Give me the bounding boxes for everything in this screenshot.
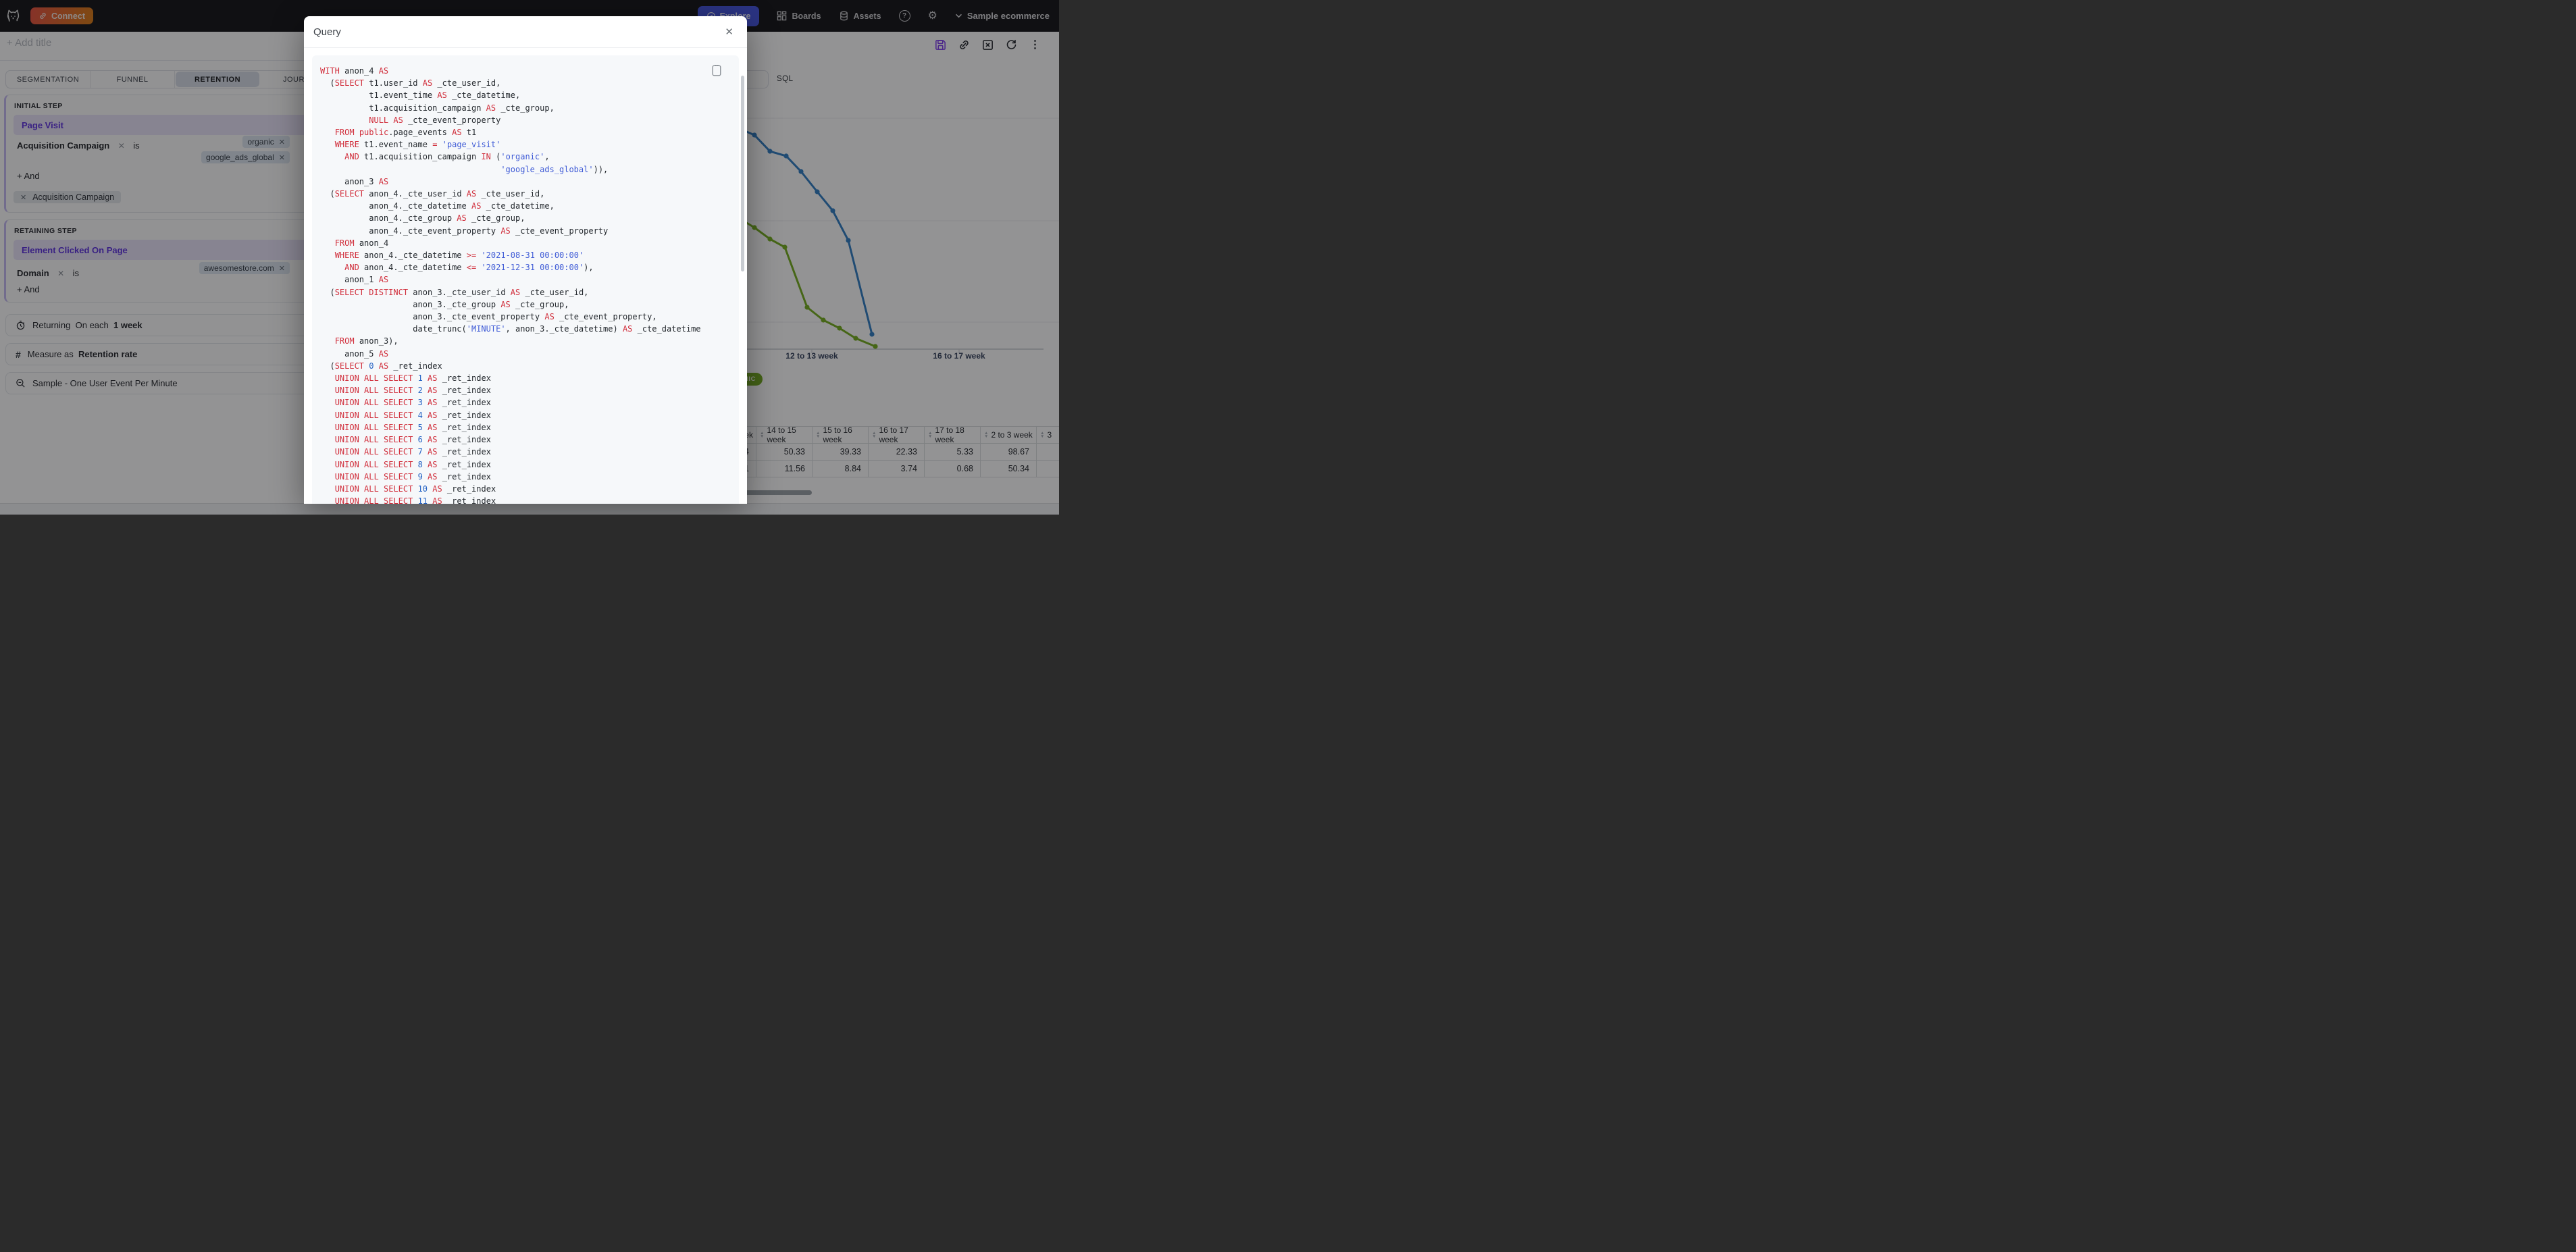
sql-line: (SELECT anon_4._cte_user_id AS _cte_user… [320,189,545,199]
sql-line: date_trunc('MINUTE', anon_3._cte_datetim… [320,324,701,334]
query-modal: Query ✕ WITH anon_4 AS (SELECT t1.user_i… [304,16,747,504]
sql-line: UNION ALL SELECT 10 AS _ret_index [334,484,496,494]
sql-line: anon_3._cte_group AS _cte_group, [320,299,569,309]
sql-line: (SELECT 0 AS _ret_index [320,361,442,371]
modal-vertical-scrollbar[interactable] [741,76,744,271]
sql-line: FROM anon_3), [334,336,398,346]
sql-line: AND anon_4._cte_datetime <= '2021-12-31 … [344,263,594,273]
sql-code-block: WITH anon_4 AS (SELECT t1.user_id AS _ct… [312,55,739,504]
sql-line: anon_3 AS [320,176,389,186]
sql-line: anon_4._cte_datetime AS _cte_datetime, [320,201,555,211]
sql-line: UNION ALL SELECT 7 AS _ret_index [334,447,491,457]
copy-icon[interactable] [712,63,721,78]
sql-line: UNION ALL SELECT 5 AS _ret_index [334,422,491,432]
sql-line: WHERE anon_4._cte_datetime >= '2021-08-3… [334,251,584,261]
sql-line: t1.event_time AS _cte_datetime, [320,90,521,101]
sql-line: UNION ALL SELECT 8 AS _ret_index [334,459,491,469]
sql-line: (SELECT t1.user_id AS _cte_user_id, [320,78,501,88]
modal-title: Query [313,26,341,38]
sql-line: t1.acquisition_campaign AS _cte_group, [320,103,555,113]
sql-line: NULL AS _cte_event_property [369,115,501,125]
sql-line: UNION ALL SELECT 1 AS _ret_index [334,373,491,384]
sql-line: WITH anon_4 AS [320,66,389,76]
close-icon[interactable]: ✕ [721,25,738,38]
sql-line: anon_5 AS [320,348,389,359]
sql-line: 'google_ads_global')), [500,164,609,174]
sql-line: UNION ALL SELECT 2 AS _ret_index [334,386,491,396]
sql-line: WHERE t1.event_name = 'page_visit' [334,140,501,150]
sql-line: UNION ALL SELECT 6 AS _ret_index [334,435,491,445]
sql-line: FROM anon_4 [334,238,389,248]
sql-code[interactable]: WITH anon_4 AS (SELECT t1.user_id AS _ct… [320,65,731,504]
sql-line: anon_4._cte_event_property AS _cte_event… [320,226,609,236]
sql-line: UNION ALL SELECT 4 AS _ret_index [334,410,491,420]
sql-line: UNION ALL SELECT 11 AS _ret_index [334,496,496,504]
sql-line: AND t1.acquisition_campaign IN ('organic… [344,152,550,162]
query-modal-header: Query ✕ [304,16,747,48]
sql-line: (SELECT DISTINCT anon_3._cte_user_id AS … [320,287,589,297]
sql-line: anon_3._cte_event_property AS _cte_event… [320,312,657,322]
sql-line: FROM public.page_events AS t1 [334,128,477,138]
sql-line: UNION ALL SELECT 9 AS _ret_index [334,471,491,481]
app-screen: Connect Explore Boards [0,0,1059,515]
sql-line: anon_4._cte_group AS _cte_group, [320,213,525,224]
sql-line: anon_1 AS [320,275,389,285]
sql-line: UNION ALL SELECT 3 AS _ret_index [334,398,491,408]
